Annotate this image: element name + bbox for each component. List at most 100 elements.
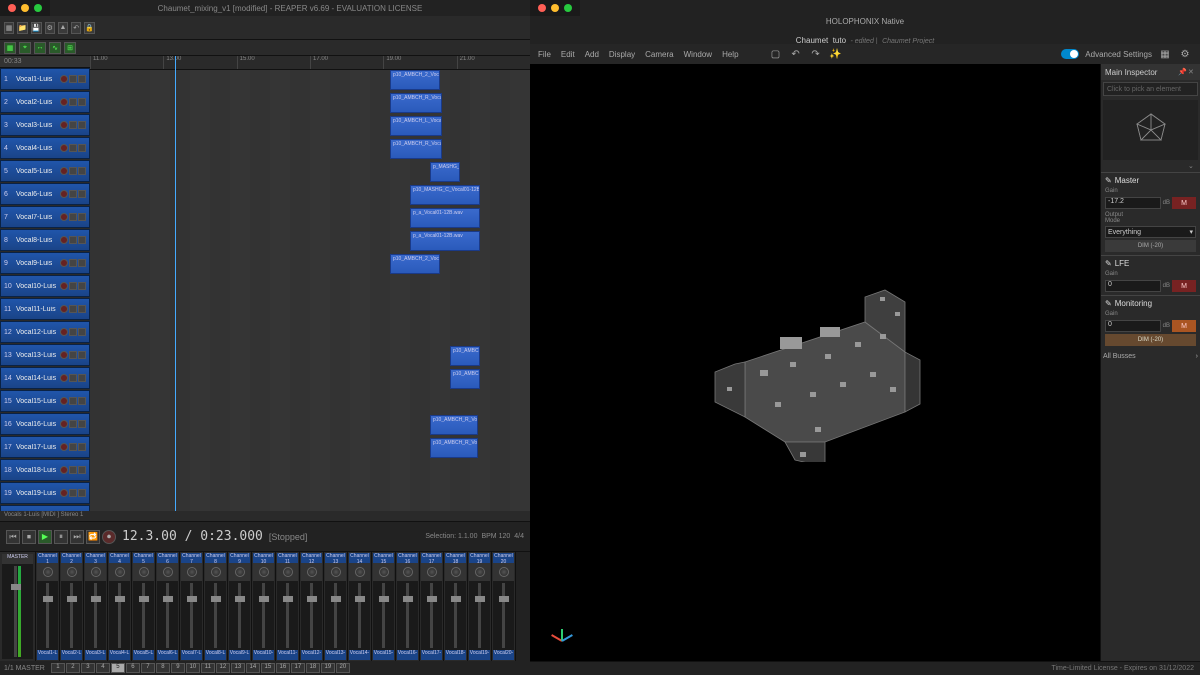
menu-window[interactable]: Window — [684, 50, 712, 59]
pan-knob[interactable] — [475, 567, 485, 577]
track-name[interactable]: Vocal13-Luis — [16, 352, 58, 359]
timeline-ruler[interactable]: 11.0013.0015.0017.0019.0021.00 — [90, 56, 530, 70]
lock-button[interactable]: 🔒 — [84, 22, 95, 34]
track-name[interactable]: Vocal12-Luis — [16, 329, 58, 336]
track-row[interactable]: 15 Vocal15-Luis — [0, 390, 90, 412]
track-row[interactable]: 9 Vocal9-Luis — [0, 252, 90, 274]
channel-fader[interactable] — [115, 596, 125, 602]
mute-button[interactable] — [69, 374, 77, 382]
pause-button[interactable]: ⏸ — [54, 530, 68, 544]
page-button[interactable]: 7 — [141, 663, 155, 673]
pan-knob[interactable] — [187, 567, 197, 577]
record-arm-button[interactable] — [60, 259, 68, 267]
page-button[interactable]: 20 — [336, 663, 350, 673]
page-button[interactable]: 17 — [291, 663, 305, 673]
track-name[interactable]: Vocal17-Luis — [16, 444, 58, 451]
pan-knob[interactable] — [499, 567, 509, 577]
mixer-channel[interactable]: Channel 9 Vocal9-L — [228, 552, 252, 661]
close-icon[interactable] — [538, 4, 546, 12]
pan-knob[interactable] — [331, 567, 341, 577]
record-arm-button[interactable] — [60, 213, 68, 221]
mixer-channel[interactable]: Channel 8 Vocal8-L — [204, 552, 228, 661]
record-arm-button[interactable] — [60, 305, 68, 313]
record-arm-button[interactable] — [60, 167, 68, 175]
mon-mute-button[interactable]: M — [1172, 320, 1196, 332]
track-row[interactable]: 19 Vocal19-Luis — [0, 482, 90, 504]
mixer-channel[interactable]: Channel 4 Vocal4-L — [108, 552, 132, 661]
master-dim-button[interactable]: DIM (-20) — [1105, 240, 1196, 252]
solo-button[interactable] — [78, 282, 86, 290]
channel-fader[interactable] — [499, 596, 509, 602]
solo-button[interactable] — [78, 328, 86, 336]
solo-button[interactable] — [78, 98, 86, 106]
solo-button[interactable] — [78, 236, 86, 244]
mute-button[interactable] — [69, 98, 77, 106]
chevron-down-icon[interactable]: ⌄ — [1188, 162, 1196, 170]
track-row[interactable]: 10 Vocal10-Luis — [0, 275, 90, 297]
minimize-icon[interactable] — [21, 4, 29, 12]
record-arm-button[interactable] — [60, 420, 68, 428]
track-name[interactable]: Vocal15-Luis — [16, 398, 58, 405]
channel-fader[interactable] — [235, 596, 245, 602]
open-button[interactable]: 📁 — [17, 22, 28, 34]
mute-button[interactable] — [69, 351, 77, 359]
page-button[interactable]: 11 — [201, 663, 215, 673]
solo-button[interactable] — [78, 167, 86, 175]
track-name[interactable]: Vocal6-Luis — [16, 191, 58, 198]
mute-button[interactable] — [69, 144, 77, 152]
record-arm-button[interactable] — [60, 397, 68, 405]
pan-knob[interactable] — [211, 567, 221, 577]
channel-fader[interactable] — [91, 596, 101, 602]
pan-knob[interactable] — [115, 567, 125, 577]
solo-button[interactable] — [78, 75, 86, 83]
audio-clip[interactable]: p10_AMBCH_R_Vocal01-02.wav — [390, 139, 442, 159]
track-row[interactable]: 4 Vocal4-Luis — [0, 137, 90, 159]
undo-icon[interactable]: ↶ — [789, 47, 803, 61]
arrange-view[interactable]: 11.0013.0015.0017.0019.0021.00 p10_AMBCH… — [90, 56, 530, 511]
channel-fader[interactable] — [163, 596, 173, 602]
track-row[interactable]: 5 Vocal5-Luis — [0, 160, 90, 182]
undo-button[interactable]: ↶ — [71, 22, 81, 34]
mute-button[interactable] — [69, 282, 77, 290]
menu-display[interactable]: Display — [609, 50, 635, 59]
page-button[interactable]: 6 — [126, 663, 140, 673]
audio-clip[interactable]: p10_AMBCH_R_Vocal01.wav — [430, 438, 478, 458]
group-button[interactable]: ⊞ — [64, 42, 76, 54]
track-name[interactable]: Vocal16-Luis — [16, 421, 58, 428]
lfe-mute-button[interactable]: M — [1172, 280, 1196, 292]
settings-button[interactable]: ⚙ — [45, 22, 55, 34]
mixer-channel[interactable]: Channel 12 Vocal12- — [300, 552, 324, 661]
track-name[interactable]: Vocal18-Luis — [16, 467, 58, 474]
mute-button[interactable] — [69, 397, 77, 405]
page-button[interactable]: 12 — [216, 663, 230, 673]
page-button[interactable]: 16 — [276, 663, 290, 673]
master-gain-input[interactable]: -17.2 — [1105, 197, 1161, 209]
lfe-gain-input[interactable]: 0 — [1105, 280, 1161, 292]
solo-button[interactable] — [78, 190, 86, 198]
track-name[interactable]: Vocal3-Luis — [16, 122, 58, 129]
mixer-channel[interactable]: Channel 6 Vocal6-L — [156, 552, 180, 661]
record-arm-button[interactable] — [60, 236, 68, 244]
mute-button[interactable] — [69, 328, 77, 336]
master-mute-button[interactable]: M — [1172, 197, 1196, 209]
mixer-channel[interactable]: Channel 16 Vocal16- — [396, 552, 420, 661]
rewind-button[interactable]: ⏮ — [6, 530, 20, 544]
solo-button[interactable] — [78, 144, 86, 152]
track-name[interactable]: Vocal1-Luis — [16, 76, 58, 83]
mixer-channel[interactable]: Channel 1 Vocal1-L — [36, 552, 60, 661]
track-row[interactable]: 6 Vocal6-Luis — [0, 183, 90, 205]
page-button[interactable]: 1 — [51, 663, 65, 673]
page-button[interactable]: 9 — [171, 663, 185, 673]
mixer-channel[interactable]: Channel 7 Vocal7-L — [180, 552, 204, 661]
record-arm-button[interactable] — [60, 190, 68, 198]
pan-knob[interactable] — [355, 567, 365, 577]
track-row[interactable]: 13 Vocal13-Luis — [0, 344, 90, 366]
track-row[interactable]: 12 Vocal12-Luis — [0, 321, 90, 343]
record-arm-button[interactable] — [60, 282, 68, 290]
pan-knob[interactable] — [259, 567, 269, 577]
pan-knob[interactable] — [163, 567, 173, 577]
mute-button[interactable] — [69, 420, 77, 428]
audio-clip[interactable]: p_a_Vocal01-12B.wav — [410, 208, 480, 228]
track-name[interactable]: Vocal10-Luis — [16, 283, 58, 290]
mixer-channel[interactable]: Channel 18 Vocal18- — [444, 552, 468, 661]
